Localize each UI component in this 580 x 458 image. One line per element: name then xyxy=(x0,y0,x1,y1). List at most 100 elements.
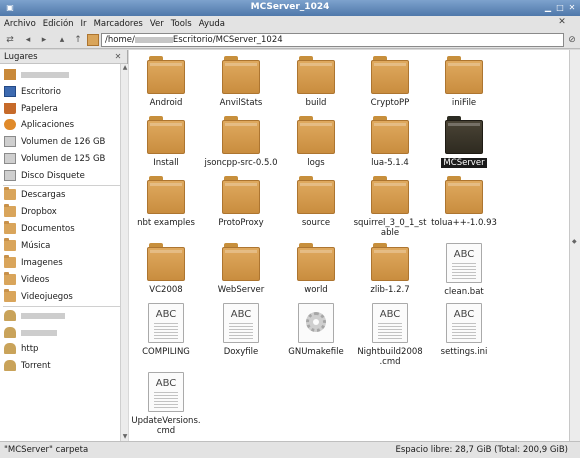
sidebar-item-aplicaciones[interactable]: Aplicaciones xyxy=(0,117,120,132)
location-suffix: Escritorio/MCServer_1024 xyxy=(172,35,283,45)
file-label: nbt examples xyxy=(137,218,195,228)
toggle-location-icon[interactable]: ⇄ xyxy=(4,34,16,46)
folder-icon xyxy=(445,116,483,154)
folder-icon xyxy=(297,176,335,214)
menu-edicion[interactable]: Edición xyxy=(43,19,74,29)
folder-icon xyxy=(297,243,335,281)
menu-tools[interactable]: Tools xyxy=(171,19,192,29)
sidebar-item-network-1[interactable] xyxy=(0,308,120,323)
folder-icon xyxy=(4,255,16,268)
close-window-icon[interactable]: ✕ xyxy=(566,2,578,14)
sidebar-item-videos[interactable]: Videos xyxy=(0,272,120,287)
file-label: settings.ini xyxy=(440,347,488,357)
location-field[interactable]: /home/Escritorio/MCServer_1024 xyxy=(101,33,564,47)
sidebar-item-volumen-125[interactable]: Volumen de 125 GB xyxy=(0,151,120,166)
sidebar-item-escritorio[interactable]: Escritorio xyxy=(0,84,120,99)
sidebar-item-http[interactable]: http xyxy=(0,341,120,356)
up-icon[interactable]: ▴ xyxy=(56,34,68,46)
toolbar: ⇄ ◂ ▸ ▴ ↑ /home/Escritorio/MCServer_1024… xyxy=(0,31,580,49)
menu-bar: Archivo Edición Ir Marcadores Ver Tools … xyxy=(0,16,580,31)
text-file-icon: ABC xyxy=(223,303,259,343)
sidebar-item-label: Aplicaciones xyxy=(21,119,75,130)
content-scrollbar[interactable]: ◆ xyxy=(569,50,580,441)
forward-icon[interactable]: ▸ xyxy=(38,34,50,46)
menu-ir[interactable]: Ir xyxy=(81,19,87,29)
folder-icon xyxy=(371,116,409,154)
network-icon xyxy=(4,343,16,354)
menu-ayuda[interactable]: Ayuda xyxy=(199,19,225,29)
minimize-icon[interactable]: ▁ xyxy=(542,2,554,14)
sidebar-item-musica[interactable]: Música xyxy=(0,238,120,253)
up-arrow-icon[interactable]: ↑ xyxy=(72,34,84,46)
menu-ver[interactable]: Ver xyxy=(150,19,164,29)
folder-icon xyxy=(147,176,185,214)
file-icon-text: ABC xyxy=(453,309,475,320)
file-item[interactable]: ABC Doxyfile xyxy=(198,303,284,357)
sidebar-item-label: Escritorio xyxy=(21,86,61,97)
places-sidebar: Lugares ✕ Escritorio Papelera Aplicacion… xyxy=(0,50,128,441)
folder-icon xyxy=(147,243,185,281)
file-item[interactable]: ABC clean.bat xyxy=(421,243,507,297)
sidebar-item-videojuegos[interactable]: Videojuegos xyxy=(0,289,120,304)
close-sidebar-icon[interactable]: ✕ xyxy=(113,52,123,62)
file-item[interactable]: ABC COMPILING xyxy=(123,303,209,357)
file-item[interactable]: jsoncpp-src-0.5.0 xyxy=(198,116,284,168)
file-item[interactable]: WebServer xyxy=(198,243,284,295)
sidebar-item-descargas[interactable]: Descargas xyxy=(0,187,120,202)
file-view[interactable]: Android AnvilStats build CryptoPP iniFil… xyxy=(129,50,569,441)
sidebar-item-disquete[interactable]: Disco Disquete xyxy=(0,168,120,183)
menu-marcadores[interactable]: Marcadores xyxy=(94,19,143,29)
folder-icon xyxy=(4,187,16,200)
sidebar-item-dropbox[interactable]: Dropbox xyxy=(0,204,120,219)
redacted-home-label xyxy=(21,71,69,78)
window-title: MCServer_1024 xyxy=(250,2,330,12)
back-icon[interactable]: ◂ xyxy=(22,34,34,46)
sidebar-item-torrent[interactable]: Torrent xyxy=(0,358,120,373)
sidebar-title: Lugares xyxy=(4,52,38,62)
scrollbar-grip-icon[interactable]: ◆ xyxy=(572,238,578,245)
file-item[interactable]: Android xyxy=(123,56,209,108)
sidebar-header[interactable]: Lugares ✕ xyxy=(0,50,127,64)
text-file-icon: ABC xyxy=(446,303,482,343)
maximize-icon[interactable]: □ xyxy=(554,2,566,14)
folder-icon xyxy=(147,116,185,154)
sidebar-item-documentos[interactable]: Documentos xyxy=(0,221,120,236)
text-file-icon: ABC xyxy=(148,303,184,343)
folder-icon xyxy=(222,116,260,154)
sidebar-item-label: Documentos xyxy=(21,223,75,234)
folder-icon xyxy=(222,243,260,281)
folder-icon xyxy=(4,238,16,251)
file-item[interactable]: nbt examples xyxy=(123,176,209,228)
sidebar-item-label: Volumen de 125 GB xyxy=(21,153,106,164)
sidebar-item-home[interactable] xyxy=(0,67,120,82)
file-item[interactable]: ProtoProxy xyxy=(198,176,284,228)
status-free-space: Espacio libre: 28,7 GiB (Total: 200,9 Gi… xyxy=(395,445,568,455)
close-tab-icon[interactable]: ✕ xyxy=(556,17,568,29)
file-item[interactable]: ABC UpdateVersions.cmd xyxy=(123,372,209,436)
sidebar-item-network-2[interactable] xyxy=(0,325,120,340)
folder-icon xyxy=(4,272,16,285)
drive-icon xyxy=(4,136,16,147)
file-item[interactable]: tolua++-1.0.93 xyxy=(421,176,507,228)
redacted-network-label xyxy=(21,329,57,336)
home-icon[interactable] xyxy=(87,34,99,46)
file-item-selected[interactable]: MCServer xyxy=(421,116,507,168)
file-item[interactable]: ABC settings.ini xyxy=(421,303,507,357)
file-label: squirrel_3_0_1_stable xyxy=(353,218,427,238)
sidebar-item-imagenes[interactable]: Imagenes xyxy=(0,255,120,270)
file-label: tolua++-1.0.93 xyxy=(431,218,497,228)
title-bar: ▣ MCServer_1024 ▁ □ ✕ xyxy=(0,0,580,16)
file-item[interactable]: VC2008 xyxy=(123,243,209,295)
file-icon-text: ABC xyxy=(230,309,252,320)
clear-location-icon[interactable]: ⊘ xyxy=(566,34,578,46)
file-item[interactable]: AnvilStats xyxy=(198,56,284,108)
file-item[interactable]: iniFile xyxy=(421,56,507,108)
folder-icon xyxy=(4,221,16,234)
sidebar-item-volumen-126[interactable]: Volumen de 126 GB xyxy=(0,134,120,149)
file-item[interactable]: Install xyxy=(123,116,209,168)
sidebar-item-papelera[interactable]: Papelera xyxy=(0,101,120,116)
redacted-username xyxy=(134,36,173,43)
menu-archivo[interactable]: Archivo xyxy=(4,19,36,29)
sidebar-item-label: Volumen de 126 GB xyxy=(21,136,106,147)
sidebar-separator xyxy=(3,306,121,307)
